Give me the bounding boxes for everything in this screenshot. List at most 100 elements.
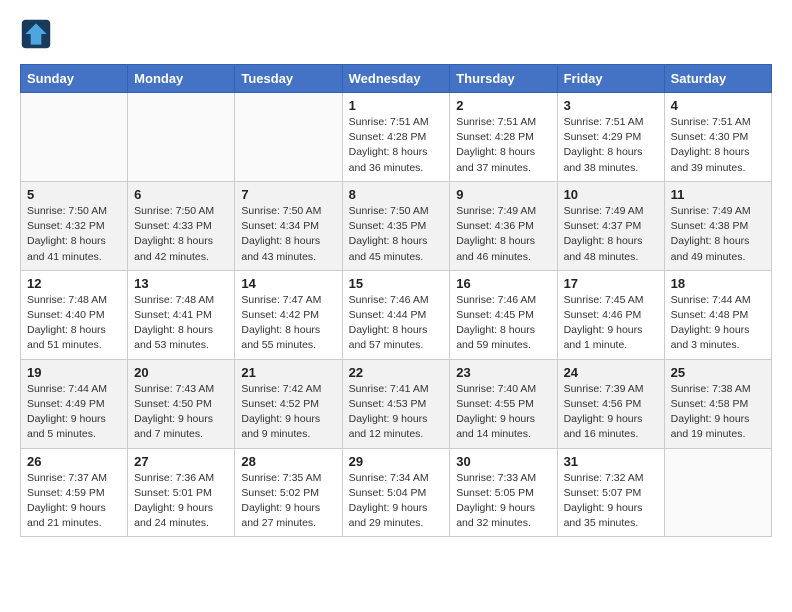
day-number: 13 <box>134 276 228 291</box>
calendar-cell <box>21 93 128 182</box>
day-number: 25 <box>671 365 765 380</box>
day-info: Sunrise: 7:51 AM Sunset: 4:30 PM Dayligh… <box>671 115 765 176</box>
calendar-cell: 30 Sunrise: 7:33 AM Sunset: 5:05 PM Dayli… <box>450 448 557 537</box>
day-number: 29 <box>349 454 444 469</box>
day-info: Sunrise: 7:50 AM Sunset: 4:35 PM Dayligh… <box>349 204 444 265</box>
day-of-week-header: Thursday <box>450 65 557 93</box>
calendar-cell: 14Sunrise: 7:47 AM Sunset: 4:42 PM Dayli… <box>235 270 342 359</box>
calendar-cell: 27Sunrise: 7:36 AM Sunset: 5:01 PM Dayli… <box>128 448 235 537</box>
calendar-week-row: 19 Sunrise: 7:44 AM Sunset: 4:49 PM Dayli… <box>21 359 772 448</box>
day-info: Sunrise: 7:46 AM Sunset: 4:45 PM Dayligh… <box>456 293 550 354</box>
calendar-header-row: SundayMondayTuesdayWednesdayThursdayFrid… <box>21 65 772 93</box>
day-number: 16 <box>456 276 550 291</box>
calendar-cell: 12 Sunrise: 7:48 AM Sunset: 4:40 PM Dayli… <box>21 270 128 359</box>
calendar-cell <box>235 93 342 182</box>
calendar-cell: 31Sunrise: 7:32 AM Sunset: 5:07 PM Dayli… <box>557 448 664 537</box>
day-info: Sunrise: 7:46 AM Sunset: 4:44 PM Dayligh… <box>349 293 444 354</box>
calendar-cell: 20Sunrise: 7:43 AM Sunset: 4:50 PM Dayli… <box>128 359 235 448</box>
header <box>20 18 772 50</box>
day-info: Sunrise: 7:49 AM Sunset: 4:36 PM Dayligh… <box>456 204 550 265</box>
day-of-week-header: Sunday <box>21 65 128 93</box>
day-number: 23 <box>456 365 550 380</box>
calendar-cell: 18 Sunrise: 7:44 AM Sunset: 4:48 PM Dayli… <box>664 270 771 359</box>
calendar-cell: 11 Sunrise: 7:49 AM Sunset: 4:38 PM Dayli… <box>664 181 771 270</box>
calendar-cell: 7 Sunrise: 7:50 AM Sunset: 4:34 PM Daylig… <box>235 181 342 270</box>
day-info: Sunrise: 7:37 AM Sunset: 4:59 PM Dayligh… <box>27 471 121 532</box>
day-info: Sunrise: 7:49 AM Sunset: 4:37 PM Dayligh… <box>564 204 658 265</box>
calendar-cell: 10 Sunrise: 7:49 AM Sunset: 4:37 PM Dayli… <box>557 181 664 270</box>
day-info: Sunrise: 7:42 AM Sunset: 4:52 PM Dayligh… <box>241 382 335 443</box>
day-number: 12 <box>27 276 121 291</box>
calendar-cell: 4 Sunrise: 7:51 AM Sunset: 4:30 PM Daylig… <box>664 93 771 182</box>
day-number: 19 <box>27 365 121 380</box>
calendar-cell: 2 Sunrise: 7:51 AM Sunset: 4:28 PM Daylig… <box>450 93 557 182</box>
calendar-cell: 5 Sunrise: 7:50 AM Sunset: 4:32 PM Daylig… <box>21 181 128 270</box>
day-info: Sunrise: 7:44 AM Sunset: 4:48 PM Dayligh… <box>671 293 765 354</box>
day-number: 11 <box>671 187 765 202</box>
day-info: Sunrise: 7:50 AM Sunset: 4:34 PM Dayligh… <box>241 204 335 265</box>
day-info: Sunrise: 7:40 AM Sunset: 4:55 PM Dayligh… <box>456 382 550 443</box>
calendar-cell: 23 Sunrise: 7:40 AM Sunset: 4:55 PM Dayli… <box>450 359 557 448</box>
day-of-week-header: Wednesday <box>342 65 450 93</box>
calendar-cell: 15 Sunrise: 7:46 AM Sunset: 4:44 PM Dayli… <box>342 270 450 359</box>
calendar-cell: 29 Sunrise: 7:34 AM Sunset: 5:04 PM Dayli… <box>342 448 450 537</box>
day-of-week-header: Friday <box>557 65 664 93</box>
day-of-week-header: Monday <box>128 65 235 93</box>
day-info: Sunrise: 7:32 AM Sunset: 5:07 PM Dayligh… <box>564 471 658 532</box>
day-number: 10 <box>564 187 658 202</box>
day-number: 14 <box>241 276 335 291</box>
calendar-cell: 21 Sunrise: 7:42 AM Sunset: 4:52 PM Dayli… <box>235 359 342 448</box>
day-number: 24 <box>564 365 658 380</box>
day-info: Sunrise: 7:50 AM Sunset: 4:32 PM Dayligh… <box>27 204 121 265</box>
day-info: Sunrise: 7:48 AM Sunset: 4:40 PM Dayligh… <box>27 293 121 354</box>
calendar-cell: 17 Sunrise: 7:45 AM Sunset: 4:46 PM Dayli… <box>557 270 664 359</box>
day-number: 6 <box>134 187 228 202</box>
day-number: 9 <box>456 187 550 202</box>
calendar-cell: 8 Sunrise: 7:50 AM Sunset: 4:35 PM Daylig… <box>342 181 450 270</box>
day-number: 30 <box>456 454 550 469</box>
day-info: Sunrise: 7:51 AM Sunset: 4:28 PM Dayligh… <box>456 115 550 176</box>
day-info: Sunrise: 7:50 AM Sunset: 4:33 PM Dayligh… <box>134 204 228 265</box>
day-info: Sunrise: 7:51 AM Sunset: 4:29 PM Dayligh… <box>564 115 658 176</box>
day-number: 26 <box>27 454 121 469</box>
day-number: 7 <box>241 187 335 202</box>
day-info: Sunrise: 7:33 AM Sunset: 5:05 PM Dayligh… <box>456 471 550 532</box>
calendar-cell: 22 Sunrise: 7:41 AM Sunset: 4:53 PM Dayli… <box>342 359 450 448</box>
calendar-cell: 3Sunrise: 7:51 AM Sunset: 4:29 PM Daylig… <box>557 93 664 182</box>
day-number: 21 <box>241 365 335 380</box>
calendar-cell: 26 Sunrise: 7:37 AM Sunset: 4:59 PM Dayli… <box>21 448 128 537</box>
day-number: 2 <box>456 98 550 113</box>
calendar-week-row: 26 Sunrise: 7:37 AM Sunset: 4:59 PM Dayli… <box>21 448 772 537</box>
calendar-cell: 24 Sunrise: 7:39 AM Sunset: 4:56 PM Dayli… <box>557 359 664 448</box>
calendar-cell: 6 Sunrise: 7:50 AM Sunset: 4:33 PM Daylig… <box>128 181 235 270</box>
day-number: 15 <box>349 276 444 291</box>
day-number: 20 <box>134 365 228 380</box>
calendar-cell: 19 Sunrise: 7:44 AM Sunset: 4:49 PM Dayli… <box>21 359 128 448</box>
calendar-cell: 16 Sunrise: 7:46 AM Sunset: 4:45 PM Dayli… <box>450 270 557 359</box>
day-number: 17 <box>564 276 658 291</box>
day-number: 4 <box>671 98 765 113</box>
calendar-cell <box>664 448 771 537</box>
calendar-cell: 1 Sunrise: 7:51 AM Sunset: 4:28 PM Daylig… <box>342 93 450 182</box>
calendar-week-row: 12 Sunrise: 7:48 AM Sunset: 4:40 PM Dayli… <box>21 270 772 359</box>
day-info: Sunrise: 7:39 AM Sunset: 4:56 PM Dayligh… <box>564 382 658 443</box>
day-number: 8 <box>349 187 444 202</box>
day-info: Sunrise: 7:49 AM Sunset: 4:38 PM Dayligh… <box>671 204 765 265</box>
day-info: Sunrise: 7:45 AM Sunset: 4:46 PM Dayligh… <box>564 293 658 354</box>
day-info: Sunrise: 7:51 AM Sunset: 4:28 PM Dayligh… <box>349 115 444 176</box>
day-info: Sunrise: 7:41 AM Sunset: 4:53 PM Dayligh… <box>349 382 444 443</box>
calendar-cell: 13Sunrise: 7:48 AM Sunset: 4:41 PM Dayli… <box>128 270 235 359</box>
day-number: 22 <box>349 365 444 380</box>
day-info: Sunrise: 7:34 AM Sunset: 5:04 PM Dayligh… <box>349 471 444 532</box>
day-info: Sunrise: 7:36 AM Sunset: 5:01 PM Dayligh… <box>134 471 228 532</box>
logo <box>20 18 56 50</box>
page: SundayMondayTuesdayWednesdayThursdayFrid… <box>0 0 792 555</box>
day-number: 28 <box>241 454 335 469</box>
calendar-table: SundayMondayTuesdayWednesdayThursdayFrid… <box>20 64 772 537</box>
day-info: Sunrise: 7:44 AM Sunset: 4:49 PM Dayligh… <box>27 382 121 443</box>
day-number: 18 <box>671 276 765 291</box>
day-number: 5 <box>27 187 121 202</box>
day-of-week-header: Saturday <box>664 65 771 93</box>
day-number: 1 <box>349 98 444 113</box>
calendar-cell: 9 Sunrise: 7:49 AM Sunset: 4:36 PM Daylig… <box>450 181 557 270</box>
